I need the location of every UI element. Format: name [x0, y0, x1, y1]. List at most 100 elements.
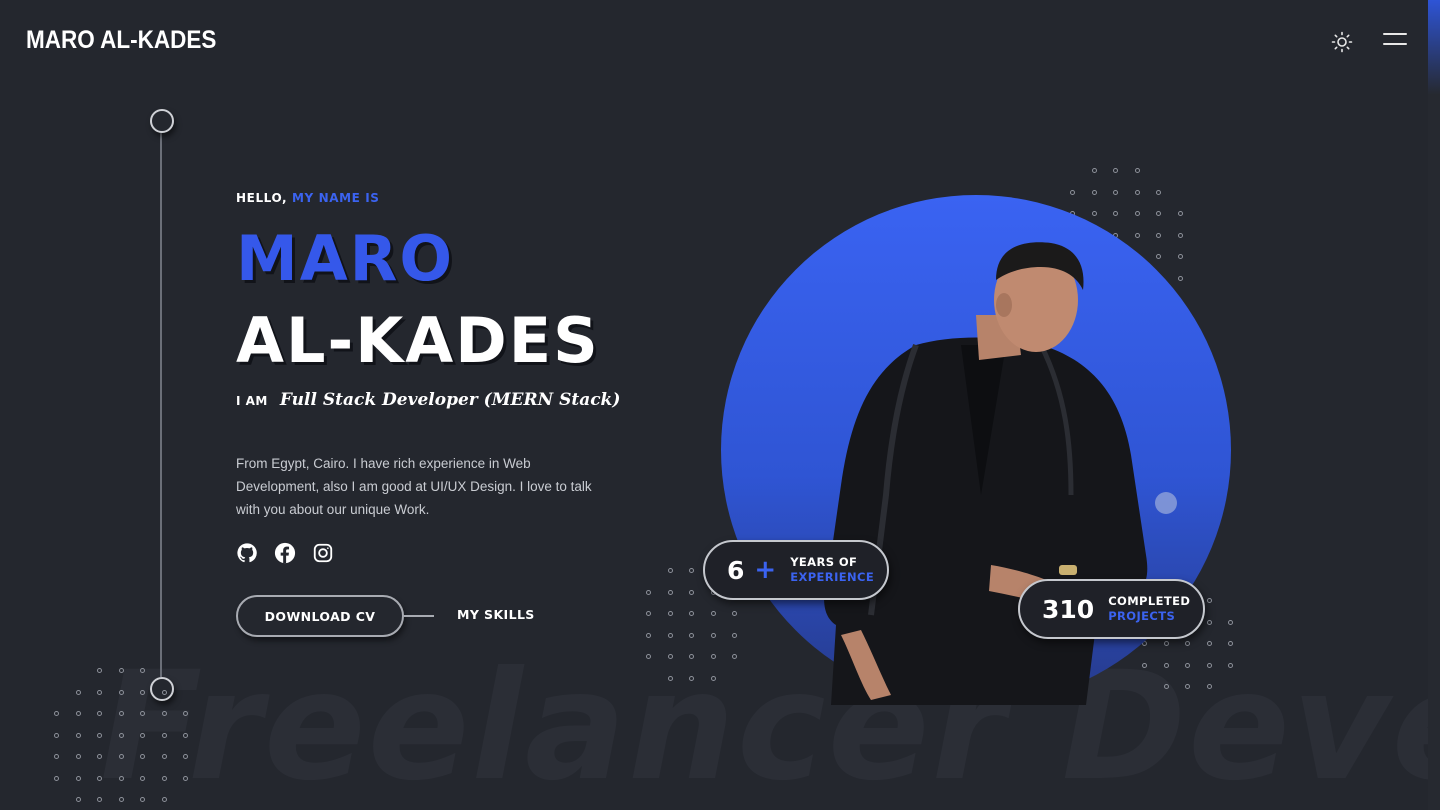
experience-label-line2: EXPERIENCE: [790, 570, 875, 584]
decorative-dot: [161, 689, 167, 695]
projects-stat-badge: 310 COMPLETED PROJECTS: [1018, 579, 1205, 639]
decorative-dot: [646, 611, 651, 616]
decorative-dot: [667, 589, 673, 595]
decorative-dot: [140, 775, 145, 781]
decorative-dot: [646, 654, 651, 659]
scroll-progress-track: [1428, 0, 1440, 810]
decorative-dot: [140, 711, 145, 716]
decorative-dot: [646, 632, 651, 638]
github-icon: [237, 543, 257, 563]
decorative-dot: [54, 775, 59, 781]
decorative-dot: [183, 775, 188, 781]
decorative-dot: [97, 732, 102, 738]
experience-value: 6 +: [727, 555, 776, 585]
decorative-dot: [97, 711, 102, 716]
timeline-line: [160, 132, 162, 677]
decorative-bubble: [1155, 492, 1177, 514]
role-line: I AM Full Stack Developer (MERN Stack): [236, 390, 620, 410]
decorative-dot-grid: [54, 668, 205, 810]
facebook-icon: [274, 542, 296, 564]
decorative-dot: [710, 632, 716, 638]
decorative-dot: [183, 754, 188, 759]
decorative-dot: [183, 732, 188, 738]
decorative-dot: [1134, 168, 1140, 173]
site-logo[interactable]: MARO AL-KADES: [26, 26, 216, 55]
decorative-dot: [140, 754, 145, 759]
greeting-accent: MY NAME IS: [291, 191, 380, 205]
decorative-dot: [118, 797, 124, 802]
decorative-dot: [689, 632, 694, 638]
decorative-dot: [118, 689, 124, 695]
instagram-icon: [313, 543, 333, 563]
decorative-dot: [161, 711, 167, 716]
decorative-dot: [75, 754, 81, 759]
download-cv-button[interactable]: DOWNLOAD CV: [236, 595, 404, 637]
role-text: Full Stack Developer (MERN Stack): [279, 390, 621, 410]
decorative-dot: [161, 732, 167, 738]
iam-label: I AM: [236, 394, 268, 408]
decorative-dot: [183, 711, 188, 716]
decorative-dot: [161, 754, 167, 759]
decorative-dot: [667, 675, 673, 681]
decorative-dot: [140, 797, 145, 802]
greeting: HELLO, MY NAME IS: [236, 191, 380, 205]
decorative-dot: [75, 797, 81, 802]
decorative-dot: [667, 632, 673, 638]
decorative-dot: [54, 754, 59, 759]
decorative-dot: [689, 611, 694, 616]
my-skills-link[interactable]: MY SKILLS: [457, 607, 535, 622]
decorative-dot: [667, 654, 673, 659]
decorative-dot: [118, 668, 124, 673]
decorative-dot: [689, 589, 694, 595]
instagram-link[interactable]: [312, 542, 334, 564]
decorative-dot: [97, 797, 102, 802]
sun-icon: [1331, 31, 1353, 53]
decorative-dot: [1091, 168, 1097, 173]
decorative-dot: [75, 732, 81, 738]
decorative-dot: [161, 775, 167, 781]
experience-plus: +: [754, 555, 777, 585]
github-link[interactable]: [236, 542, 258, 564]
decorative-dot: [1113, 189, 1118, 195]
experience-stat-badge: 6 + YEARS OF EXPERIENCE: [703, 540, 889, 600]
portfolio-page: Freelancer Developer MARO AL-KADES HELLO…: [0, 0, 1440, 810]
decorative-dot: [118, 711, 124, 716]
scroll-progress-thumb: [1428, 0, 1440, 95]
projects-label-line2: PROJECTS: [1108, 609, 1176, 623]
decorative-dot: [1113, 168, 1118, 173]
decorative-dot: [118, 775, 124, 781]
social-links: [236, 542, 334, 564]
decorative-dot: [54, 732, 59, 738]
last-name-heading: AL-KADES: [236, 304, 600, 377]
decorative-dot: [97, 668, 102, 673]
decorative-dot: [1134, 189, 1140, 195]
decorative-dot: [689, 654, 694, 659]
projects-label: COMPLETED PROJECTS: [1108, 594, 1190, 624]
timeline-dot-top: [150, 109, 174, 133]
decorative-dot: [54, 711, 59, 716]
experience-label-line1: YEARS OF: [790, 555, 858, 569]
decorative-dot: [646, 589, 651, 595]
decorative-dot: [667, 611, 673, 616]
decorative-dot: [118, 732, 124, 738]
decorative-dot: [689, 568, 694, 573]
hamburger-menu-icon-line: [1383, 33, 1407, 35]
facebook-link[interactable]: [274, 542, 296, 564]
decorative-dot: [1070, 189, 1075, 195]
hamburger-menu-icon-line: [1383, 43, 1407, 45]
decorative-dot: [97, 775, 102, 781]
decorative-dot: [75, 711, 81, 716]
decorative-dot: [667, 568, 673, 573]
decorative-dot: [710, 611, 716, 616]
decorative-dot: [161, 797, 167, 802]
decorative-dot: [75, 689, 81, 695]
decorative-dot: [118, 754, 124, 759]
projects-number: 310: [1042, 594, 1095, 624]
theme-toggle-button[interactable]: [1330, 30, 1354, 54]
decorative-dot: [710, 654, 716, 659]
decorative-dot: [689, 675, 694, 681]
decorative-dot: [140, 732, 145, 738]
hamburger-menu-button[interactable]: [1383, 33, 1407, 51]
bio-paragraph: From Egypt, Cairo. I have rich experienc…: [236, 456, 592, 517]
experience-number: 6: [727, 555, 745, 585]
